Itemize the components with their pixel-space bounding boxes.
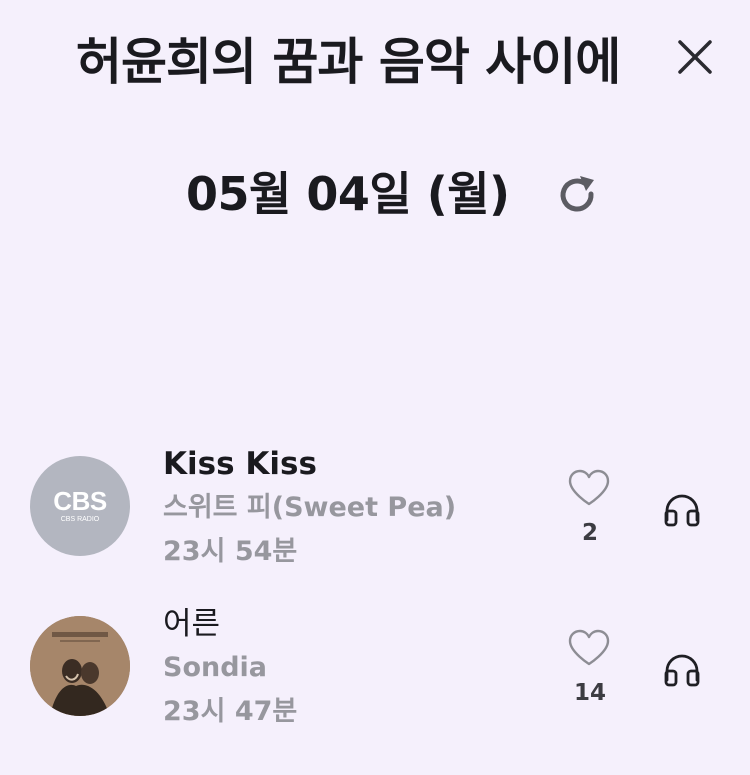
cbs-logo: CBS: [53, 486, 107, 516]
track-artist: Sondia: [163, 652, 268, 683]
album-art-image: [30, 616, 130, 716]
like-button[interactable]: [560, 626, 618, 670]
track-item[interactable]: 어른 Sondia 23시 47분 14: [0, 590, 750, 750]
track-list: CBS CBS RADIO Kiss Kiss 스위트 피(Sweet Pea)…: [0, 430, 750, 750]
track-item[interactable]: CBS CBS RADIO Kiss Kiss 스위트 피(Sweet Pea)…: [0, 430, 750, 590]
listen-button[interactable]: [656, 644, 708, 696]
close-icon: [678, 40, 712, 74]
headphones-icon: [664, 654, 700, 687]
cbs-logo-subtitle: CBS RADIO: [60, 516, 100, 523]
track-time: 23시 54분: [163, 536, 298, 567]
date-selector: 05월 04일 (월): [0, 160, 750, 230]
refresh-button[interactable]: [552, 170, 604, 222]
header: 허윤희의 꿈과 음악 사이에: [0, 0, 750, 110]
track-time: 23시 47분: [163, 696, 298, 727]
close-button[interactable]: [670, 30, 720, 84]
listen-button[interactable]: [656, 484, 708, 536]
like-count: 14: [573, 680, 606, 706]
track-title: 어른: [163, 606, 221, 642]
like-button[interactable]: [560, 466, 618, 510]
station-thumbnail: CBS CBS RADIO: [30, 456, 130, 556]
headphones-icon: [664, 494, 700, 527]
album-thumbnail: [30, 616, 130, 716]
program-title: 허윤희의 꿈과 음악 사이에: [76, 33, 621, 91]
like-count: 2: [581, 520, 598, 546]
heart-icon: [568, 629, 610, 666]
refresh-icon: [560, 176, 594, 212]
selected-date[interactable]: 05월 04일 (월): [186, 162, 510, 226]
track-title: Kiss Kiss: [163, 446, 317, 482]
track-artist: 스위트 피(Sweet Pea): [163, 492, 457, 523]
heart-icon: [568, 469, 610, 506]
